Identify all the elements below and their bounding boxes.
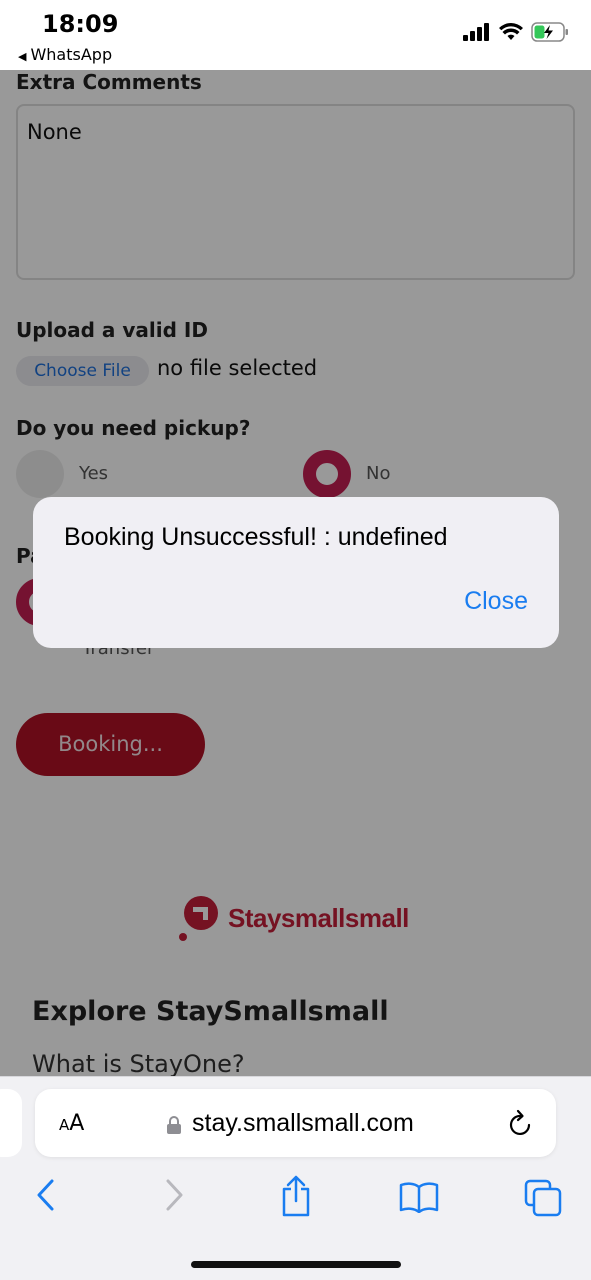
alert-dialog: Booking Unsuccessful! : undefined Close: [33, 497, 559, 648]
home-indicator[interactable]: [191, 1261, 401, 1268]
alert-close-button[interactable]: Close: [464, 587, 528, 616]
url-text: stay.smallsmall.com: [192, 1109, 414, 1137]
status-time: 18:09: [42, 10, 119, 38]
alert-message: Booking Unsuccessful! : undefined: [64, 523, 448, 551]
lock-icon: [167, 1116, 181, 1134]
tabs-icon[interactable]: [524, 1179, 562, 1217]
browser-toolbar: AAAA stay.smallsmall.com: [0, 1076, 591, 1280]
wifi-icon: [499, 23, 523, 40]
back-to-app-link[interactable]: ◀ WhatsApp: [18, 45, 112, 64]
reload-icon[interactable]: [508, 1109, 534, 1137]
back-icon[interactable]: [34, 1177, 58, 1213]
system-icons: [463, 22, 569, 42]
bookmarks-icon[interactable]: [399, 1181, 439, 1213]
back-arrow-icon: ◀: [18, 50, 27, 63]
text-size-button[interactable]: AAAA: [59, 1111, 84, 1136]
cellular-signal-icon: [463, 23, 489, 41]
status-bar: 18:09 ◀ WhatsApp: [0, 0, 591, 70]
share-icon[interactable]: [280, 1175, 312, 1217]
address-bar[interactable]: AAAA stay.smallsmall.com: [35, 1089, 556, 1157]
battery-charging-icon: [531, 22, 568, 42]
previous-tab-preview[interactable]: [0, 1089, 22, 1157]
forward-icon[interactable]: [162, 1177, 186, 1213]
back-app-label: WhatsApp: [30, 45, 113, 64]
